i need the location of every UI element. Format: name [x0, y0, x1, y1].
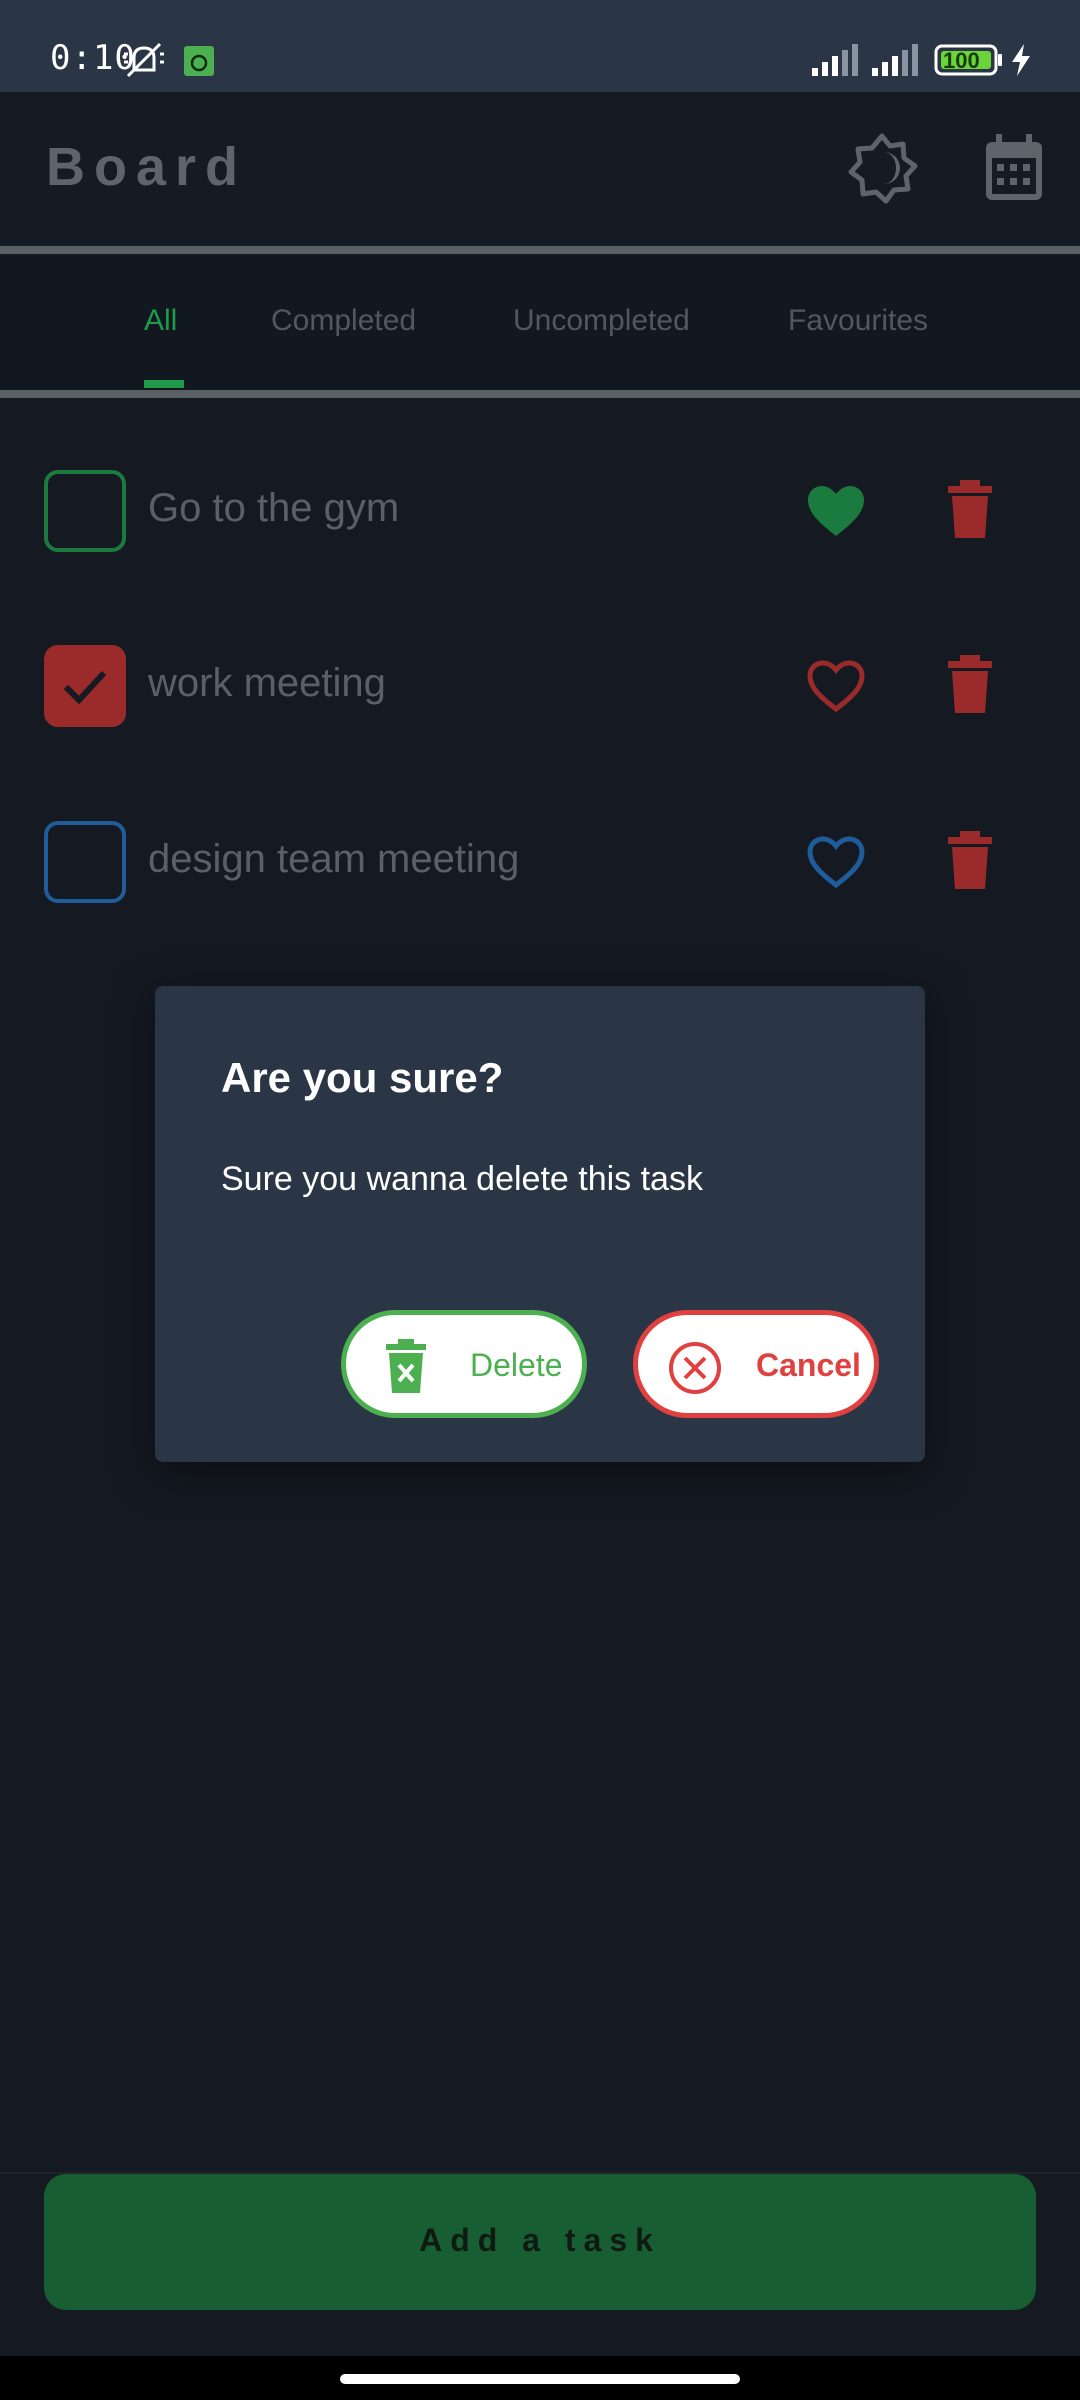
- delete-task-button[interactable]: [946, 831, 994, 891]
- favourite-button[interactable]: [806, 835, 866, 891]
- list-item: work meeting: [0, 631, 1080, 741]
- mute-bell-icon: [124, 42, 164, 78]
- task-checkbox[interactable]: [44, 645, 126, 727]
- page-title: Board: [46, 137, 248, 197]
- system-nav-bar: [0, 2356, 1080, 2400]
- signal-icon: [812, 44, 858, 76]
- task-title: design team meeting: [148, 837, 520, 881]
- android-app-icon: [184, 46, 214, 76]
- task-title: Go to the gym: [148, 486, 400, 530]
- divider: [0, 390, 1080, 398]
- delete-button-label: Delete: [470, 1347, 563, 1383]
- list-item: Go to the gym: [0, 456, 1080, 566]
- trash-icon: [948, 655, 992, 713]
- calendar-icon: [986, 134, 1042, 200]
- calendar-button[interactable]: [982, 132, 1046, 204]
- tab-uncompleted[interactable]: Uncompleted: [513, 304, 690, 338]
- task-title: work meeting: [148, 661, 386, 705]
- heart-filled-icon: [808, 486, 864, 536]
- dialog-title: Are you sure?: [221, 1054, 504, 1101]
- tab-all[interactable]: All: [144, 304, 177, 338]
- cancel-circle-icon: [669, 1342, 721, 1394]
- status-bar: 0:10 100: [0, 0, 1080, 92]
- trash-icon: [948, 831, 992, 889]
- tab-bar: All Completed Uncompleted Favourites: [0, 256, 1080, 390]
- delete-button[interactable]: Delete: [341, 1310, 587, 1418]
- cancel-button-label: Cancel: [756, 1347, 861, 1383]
- theme-toggle-icon: [848, 133, 918, 204]
- tab-completed[interactable]: Completed: [271, 304, 416, 338]
- check-icon: [63, 670, 107, 705]
- heart-outline-icon: [807, 660, 865, 713]
- theme-toggle-button[interactable]: [846, 132, 918, 204]
- trash-icon: [948, 480, 992, 538]
- task-checkbox[interactable]: [44, 470, 126, 552]
- delete-confirm-dialog: Are you sure? Sure you wanna delete this…: [155, 986, 925, 1462]
- home-indicator[interactable]: [340, 2374, 740, 2384]
- add-task-label: Add a task: [419, 2222, 661, 2258]
- signal-icon: [872, 44, 918, 76]
- task-checkbox[interactable]: [44, 821, 126, 903]
- favourite-button[interactable]: [806, 484, 866, 540]
- dialog-message: Sure you wanna delete this task: [221, 1160, 703, 1198]
- list-item: design team meeting: [0, 807, 1080, 917]
- cancel-button[interactable]: Cancel: [633, 1310, 879, 1418]
- tab-favourites[interactable]: Favourites: [788, 304, 928, 338]
- favourite-button[interactable]: [806, 659, 866, 715]
- delete-icon: [386, 1339, 426, 1393]
- divider: [0, 246, 1080, 254]
- app-bar: Board: [0, 92, 1080, 246]
- delete-task-button[interactable]: [946, 480, 994, 540]
- battery-level: 100: [943, 48, 980, 73]
- active-tab-indicator: [144, 380, 184, 388]
- charging-icon: [1012, 44, 1030, 76]
- add-task-button[interactable]: Add a task: [44, 2174, 1036, 2310]
- delete-task-button[interactable]: [946, 655, 994, 715]
- heart-outline-icon: [807, 836, 865, 889]
